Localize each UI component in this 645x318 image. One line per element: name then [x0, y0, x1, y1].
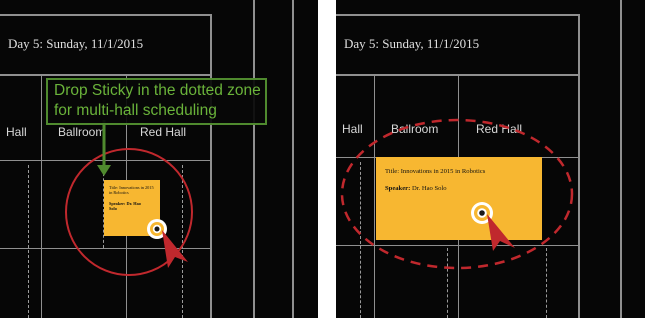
grid-line: [0, 74, 212, 76]
drop-zone-line: [28, 165, 29, 318]
sticky-title-value: Innovations in 2015 in Robotics: [400, 168, 486, 175]
left-calendar-panel: Day 5: Sunday, 11/1/2015 Hall Ballroom R…: [0, 0, 318, 318]
sticky-speaker-value: Dr. Hao Solo: [411, 185, 447, 192]
drop-zone-line: [182, 165, 183, 318]
sticky-title: Title: Innovations in 2015 in Robotics: [109, 185, 154, 196]
sticky-title-row: Title: Innovations in 2015 in Robotics: [385, 168, 485, 175]
drop-hint-tooltip: Drop Sticky in the dotted zone for multi…: [46, 78, 267, 125]
hall-header[interactable]: Red Hall: [140, 125, 186, 139]
tooltip-line-1: Drop Sticky in the dotted zone: [54, 82, 261, 99]
hall-header[interactable]: Hall: [342, 122, 363, 136]
session-sticky[interactable]: Title: Innovations in 2015 in Robotics S…: [376, 157, 542, 240]
tooltip-line-2: for multi-hall scheduling: [54, 102, 217, 119]
sticky-title-label: Title:: [385, 168, 400, 175]
cursor-arrow-icon: [162, 230, 188, 268]
grid-line: [0, 160, 212, 161]
grid-line: [578, 14, 580, 318]
grid-line: [253, 0, 255, 318]
day-title: Day 5: Sunday, 11/1/2015: [344, 36, 480, 51]
grid-line: [41, 76, 42, 318]
sticky-speaker-label: Speaker:: [385, 185, 411, 192]
hall-header[interactable]: Red Hall: [476, 122, 522, 136]
sticky-speaker-row: Speaker: Dr. Hao Solo: [385, 185, 447, 192]
grid-line: [336, 14, 580, 16]
grid-line: [374, 76, 375, 318]
hall-header[interactable]: Ballroom: [58, 125, 105, 139]
drop-zone-line: [447, 248, 448, 318]
grid-line: [0, 248, 212, 249]
session-sticky[interactable]: Title: Innovations in 2015 in Robotics S…: [104, 180, 160, 236]
grid-line: [210, 14, 212, 318]
day-title: Day 5: Sunday, 11/1/2015: [8, 36, 144, 51]
sticky-speaker: Speaker: Dr. Hao Solo: [109, 201, 141, 212]
grid-line: [292, 0, 294, 318]
drop-zone-line: [360, 162, 361, 318]
hall-header[interactable]: Hall: [6, 125, 27, 139]
grid-line: [0, 14, 212, 16]
grid-line: [620, 0, 622, 318]
drop-zone-line: [546, 248, 547, 318]
right-calendar-panel: Day 5: Sunday, 11/1/2015 Hall Ballroom R…: [336, 0, 645, 318]
hall-header[interactable]: Ballroom: [391, 122, 438, 136]
